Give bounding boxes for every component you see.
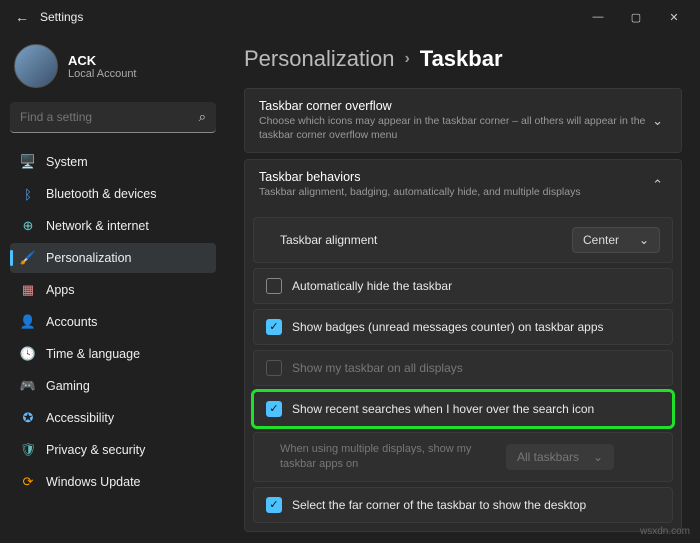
checkbox-unchecked[interactable] <box>266 278 282 294</box>
sidebar-item-label: Network & internet <box>46 219 149 233</box>
clock-icon: 🕓 <box>20 346 36 362</box>
sidebar-item-privacy[interactable]: 🛡 Privacy & security <box>10 435 216 465</box>
chevron-down-icon: ⌄ <box>639 233 649 247</box>
sidebar-item-label: Windows Update <box>46 475 141 489</box>
sidebar-item-label: System <box>46 155 88 169</box>
multi-display-dropdown: All taskbars ⌄ <box>506 444 614 470</box>
profile-block[interactable]: ACK Local Account <box>10 38 216 102</box>
chevron-down-icon: ⌄ <box>648 113 667 129</box>
sidebar: ACK Local Account ⌕ 🖥️ System ᛒ Bluetooth … <box>0 34 226 543</box>
alignment-dropdown[interactable]: Center ⌄ <box>572 227 660 253</box>
sidebar-item-gaming[interactable]: 🎮 Gaming <box>10 371 216 401</box>
profile-name: ACK <box>68 53 137 68</box>
sidebar-item-label: Apps <box>46 283 75 297</box>
sidebar-item-label: Time & language <box>46 347 140 361</box>
window-title: Settings <box>40 10 83 24</box>
sidebar-item-apps[interactable]: ▦ Apps <box>10 275 216 305</box>
row-auto-hide[interactable]: Automatically hide the taskbar <box>253 268 673 304</box>
card-behaviors: Taskbar behaviors Taskbar alignment, bad… <box>244 159 682 531</box>
sidebar-item-label: Bluetooth & devices <box>46 187 157 201</box>
close-button[interactable]: ✕ <box>656 3 692 31</box>
sidebar-item-system[interactable]: 🖥️ System <box>10 147 216 177</box>
display-icon: 🖥️ <box>20 154 36 170</box>
sidebar-item-label: Accessibility <box>46 411 114 425</box>
row-far-corner[interactable]: ✓ Select the far corner of the taskbar t… <box>253 487 673 523</box>
card-overflow[interactable]: Taskbar corner overflow Choose which ico… <box>244 88 682 153</box>
row-label: Show my taskbar on all displays <box>292 361 660 375</box>
row-badges[interactable]: ✓ Show badges (unread messages counter) … <box>253 309 673 345</box>
sidebar-item-label: Gaming <box>46 379 90 393</box>
row-recent-searches[interactable]: ✓ Show recent searches when I hover over… <box>253 391 673 427</box>
card-behaviors-header[interactable]: Taskbar behaviors Taskbar alignment, bad… <box>245 160 681 210</box>
sidebar-item-label: Accounts <box>46 315 97 329</box>
row-label: Taskbar alignment <box>266 233 572 247</box>
chevron-up-icon: ⌃ <box>648 177 667 193</box>
row-label: Automatically hide the taskbar <box>292 279 660 293</box>
breadcrumb-current: Taskbar <box>420 46 503 72</box>
checkbox-checked[interactable]: ✓ <box>266 319 282 335</box>
breadcrumb: Personalization › Taskbar <box>244 46 682 72</box>
sidebar-item-accounts[interactable]: 👤 Accounts <box>10 307 216 337</box>
card-subtitle: Choose which icons may appear in the tas… <box>259 115 648 142</box>
watermark: wsxdn.com <box>640 526 690 537</box>
minimize-button[interactable]: — <box>580 3 616 31</box>
chevron-down-icon: ⌄ <box>593 450 603 464</box>
person-icon: 👤 <box>20 314 36 330</box>
row-alignment: Taskbar alignment Center ⌄ <box>253 217 673 263</box>
sidebar-item-windows-update[interactable]: ⟳ Windows Update <box>10 467 216 497</box>
search-icon: ⌕ <box>199 109 206 125</box>
avatar <box>14 44 58 88</box>
sidebar-item-label: Privacy & security <box>46 443 145 457</box>
apps-icon: ▦ <box>20 282 36 298</box>
main-panel: Personalization › Taskbar Taskbar corner… <box>226 34 700 543</box>
search-input[interactable] <box>20 110 199 124</box>
card-title: Taskbar behaviors <box>259 170 648 184</box>
breadcrumb-parent[interactable]: Personalization <box>244 46 394 72</box>
sidebar-item-bluetooth[interactable]: ᛒ Bluetooth & devices <box>10 179 216 209</box>
titlebar: ← Settings — ▢ ✕ <box>0 0 700 34</box>
sidebar-item-personalization[interactable]: 🖌️ Personalization <box>10 243 216 273</box>
sidebar-item-label: Personalization <box>46 251 131 265</box>
bluetooth-icon: ᛒ <box>20 186 36 202</box>
chevron-right-icon: › <box>404 50 409 68</box>
card-title: Taskbar corner overflow <box>259 99 648 113</box>
maximize-button[interactable]: ▢ <box>618 3 654 31</box>
row-label: Select the far corner of the taskbar to … <box>292 498 660 512</box>
dropdown-value: Center <box>583 233 619 247</box>
dropdown-value: All taskbars <box>517 450 579 464</box>
checkbox-checked[interactable]: ✓ <box>266 497 282 513</box>
shield-icon: 🛡 <box>20 442 36 458</box>
sidebar-item-time-language[interactable]: 🕓 Time & language <box>10 339 216 369</box>
sidebar-item-network[interactable]: ⊕ Network & internet <box>10 211 216 241</box>
profile-account-type: Local Account <box>68 68 137 80</box>
card-subtitle: Taskbar alignment, badging, automaticall… <box>259 186 648 200</box>
row-label: Show badges (unread messages counter) on… <box>292 320 660 334</box>
accessibility-icon: ✪ <box>20 410 36 426</box>
row-all-displays: Show my taskbar on all displays <box>253 350 673 386</box>
update-icon: ⟳ <box>20 474 36 490</box>
nav-list: 🖥️ System ᛒ Bluetooth & devices ⊕ Network &… <box>10 147 216 497</box>
checkbox-checked[interactable]: ✓ <box>266 401 282 417</box>
row-label: Show recent searches when I hover over t… <box>292 402 660 416</box>
network-icon: ⊕ <box>20 218 36 234</box>
row-label: When using multiple displays, show my ta… <box>266 442 506 472</box>
checkbox-disabled <box>266 360 282 376</box>
search-box[interactable]: ⌕ <box>10 102 216 133</box>
gamepad-icon: 🎮 <box>20 378 36 394</box>
back-button[interactable]: ← <box>8 9 36 25</box>
palette-icon: 🖌️ <box>20 250 36 266</box>
row-multi-display: When using multiple displays, show my ta… <box>253 432 673 482</box>
sidebar-item-accessibility[interactable]: ✪ Accessibility <box>10 403 216 433</box>
